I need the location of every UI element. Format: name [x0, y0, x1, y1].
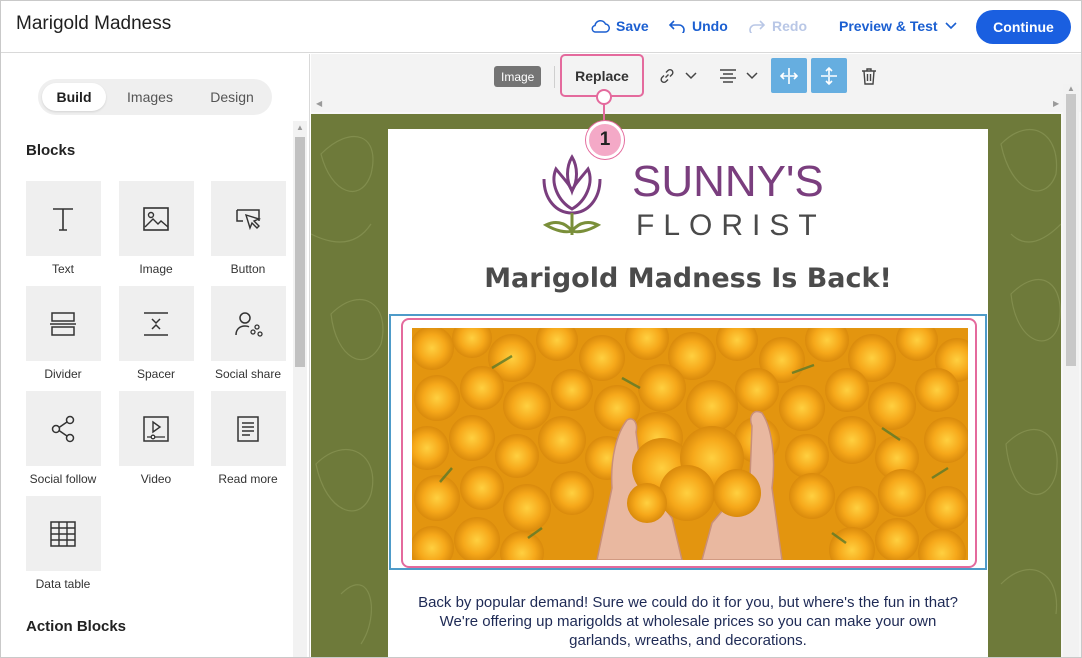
undo-label: Undo [692, 18, 728, 34]
read-more-icon [237, 415, 259, 442]
link-icon [660, 68, 674, 83]
callout-anchor-dot [596, 89, 612, 105]
data-table-icon [50, 520, 76, 547]
save-label: Save [616, 18, 649, 34]
save-button[interactable]: Save [590, 18, 649, 34]
undo-icon [668, 20, 685, 33]
block-label: Social share [214, 367, 282, 381]
chevron-down-icon [746, 71, 758, 79]
tab-design[interactable]: Design [198, 83, 266, 111]
email-body: SUNNY'S FLORIST Marigold Madness Is Back… [388, 129, 988, 657]
preview-label: Preview & Test [839, 18, 938, 34]
block-data-table[interactable]: Data table [15, 496, 111, 591]
block-label: Video [140, 472, 172, 486]
sunnys-florist-logo: SUNNY'S FLORIST [536, 151, 836, 246]
block-label: Social follow [29, 472, 97, 486]
scroll-left-arrow-icon[interactable]: ◀ [316, 99, 322, 108]
video-icon [143, 415, 169, 442]
canvas-scroll-thumb[interactable] [1066, 94, 1076, 366]
block-button[interactable]: Button [200, 181, 296, 276]
blocks-heading: Blocks [26, 142, 76, 159]
block-label: Divider [44, 367, 82, 381]
spacer-icon [144, 311, 168, 336]
logo-line2: FLORIST [636, 209, 826, 241]
sidebar-scroll-thumb[interactable] [295, 137, 305, 367]
block-social-share[interactable]: Social share [200, 286, 296, 381]
redo-label: Redo [772, 18, 807, 34]
block-label: Image [139, 262, 173, 276]
image-block-selected[interactable] [389, 314, 987, 570]
chevron-down-icon [685, 71, 697, 79]
block-image[interactable]: Image [108, 181, 204, 276]
sidebar-scrollbar[interactable]: ▲ [293, 121, 307, 657]
sidebar-tabs: Build Images Design [38, 79, 272, 115]
fit-height-icon [821, 66, 837, 85]
chevron-down-icon [944, 22, 957, 30]
block-read-more[interactable]: Read more [200, 391, 296, 486]
editor-area: Image Replace ◀ ▶ SUNNY'S FLORIST Marigo… [311, 54, 1081, 657]
image-icon [143, 206, 169, 231]
scroll-right-arrow-icon[interactable]: ▶ [1053, 99, 1059, 108]
step-callout-badge: 1 [586, 121, 624, 159]
scroll-up-arrow-icon[interactable]: ▲ [1067, 84, 1075, 93]
continue-button[interactable]: Continue [976, 10, 1071, 44]
scroll-up-arrow-icon[interactable]: ▲ [296, 123, 304, 132]
redo-icon [749, 20, 766, 33]
undo-button[interactable]: Undo [668, 18, 728, 34]
app-window: Marigold Madness Save Undo Redo Preview … [0, 0, 1082, 658]
app-title: Marigold Madness [16, 13, 172, 34]
image-toolbar: Image Replace ◀ ▶ [311, 54, 1081, 112]
social-share-icon [235, 311, 263, 337]
toolbar-divider [554, 66, 555, 88]
social-follow-icon [51, 415, 75, 442]
block-label: Spacer [136, 367, 176, 381]
fit-width-icon [779, 67, 799, 84]
redo-button[interactable]: Redo [748, 18, 807, 34]
delete-tool[interactable] [857, 58, 881, 93]
align-icon [720, 68, 736, 83]
fit-width-tool[interactable] [771, 58, 807, 93]
preview-test-button[interactable]: Preview & Test [839, 18, 958, 34]
cloud-icon [591, 19, 610, 33]
button-icon [236, 208, 262, 230]
element-type-chip: Image [494, 66, 542, 87]
block-social-follow[interactable]: Social follow [15, 391, 111, 486]
email-canvas: SUNNY'S FLORIST Marigold Madness Is Back… [311, 114, 1061, 657]
divider-icon [50, 311, 76, 336]
email-headline: Marigold Madness Is Back! [484, 263, 892, 294]
sidebar: Build Images Design Blocks Text Image Bu… [1, 54, 310, 657]
canvas-scrollbar[interactable]: ▲ [1063, 84, 1079, 657]
text-icon [53, 207, 73, 231]
block-label: Button [230, 262, 266, 276]
block-text[interactable]: Text [15, 181, 111, 276]
tab-build[interactable]: Build [42, 83, 106, 111]
link-tool[interactable] [654, 58, 702, 93]
fit-height-tool[interactable] [811, 58, 847, 93]
align-tool[interactable] [714, 58, 764, 93]
block-video[interactable]: Video [108, 391, 204, 486]
action-blocks-heading: Action Blocks [26, 618, 127, 635]
block-label: Text [51, 262, 74, 276]
trash-icon [862, 67, 876, 85]
block-divider[interactable]: Divider [15, 286, 111, 381]
block-label: Data table [35, 577, 91, 591]
logo-line1: SUNNY'S [632, 157, 824, 206]
block-spacer[interactable]: Spacer [108, 286, 204, 381]
tab-images[interactable]: Images [116, 83, 184, 111]
image-highlight-outline [401, 318, 977, 568]
email-body-text: Back by popular demand! Sure we could do… [418, 594, 958, 649]
block-label: Read more [218, 472, 278, 486]
top-bar: Marigold Madness Save Undo Redo Preview … [1, 1, 1081, 53]
